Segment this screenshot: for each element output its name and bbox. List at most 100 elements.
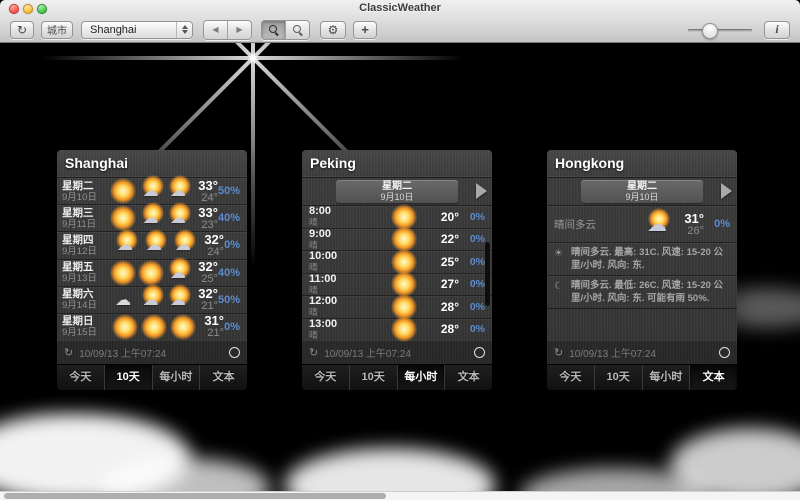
hour-label: 11:00 <box>309 274 367 285</box>
high-temp: 31° <box>196 314 224 327</box>
date-label: 9月15日 <box>62 327 112 338</box>
hour-row: 11:00晴 27° 0% <box>302 274 492 297</box>
selected-date-label: 9月10日 <box>336 192 458 202</box>
add-city-button[interactable]: + <box>353 21 377 39</box>
hour-row: 8:00晴 20° 0% <box>302 206 492 229</box>
hourly-list: 8:00晴 20° 0% 9:00晴 22° 0% 10:00晴 25° 0% <box>302 206 492 340</box>
cloud-sun-icon <box>138 206 164 230</box>
last-updated: 10/09/13 上午07:24 <box>324 345 411 360</box>
tab-today[interactable]: 今天 <box>547 365 594 390</box>
sun-icon <box>391 250 417 274</box>
sun-bullet-icon: ☀ <box>554 247 566 272</box>
condition-label: 晴 <box>309 285 367 295</box>
update-refresh-icon[interactable]: ↻ <box>554 346 563 359</box>
zoom-out-icon <box>269 25 279 35</box>
slider-knob[interactable] <box>702 23 718 39</box>
panel-footer: ↻ 10/09/13 上午07:24 <box>57 340 247 364</box>
city-button[interactable]: 城市 <box>41 21 73 39</box>
date-label: 9月14日 <box>62 300 110 311</box>
day-label: 星期五 <box>62 261 110 273</box>
tab-10day[interactable]: 10天 <box>594 365 642 390</box>
back-icon: ◀ <box>212 25 218 34</box>
city-select[interactable]: Shanghai <box>81 21 193 39</box>
low-temp: 26° <box>674 225 704 237</box>
hour-label: 8:00 <box>309 206 367 217</box>
next-day-icon[interactable] <box>476 183 487 199</box>
panel-city-title: Peking <box>302 150 492 178</box>
forward-button[interactable]: ▶ <box>227 21 251 39</box>
last-updated: 10/09/13 上午07:24 <box>569 345 656 360</box>
update-refresh-icon[interactable]: ↻ <box>64 346 73 359</box>
forecast-day-row: 星期六9月14日 32°21° 50% <box>57 287 247 314</box>
forward-icon: ▶ <box>236 25 242 34</box>
precip-chance: 0% <box>459 301 485 313</box>
slider-track[interactable] <box>688 29 752 32</box>
plus-icon: + <box>361 22 369 37</box>
day-forecast-text: 晴间多云. 最高: 31C. 风速: 15-20 公里/小时. 风向: 东. <box>571 247 730 272</box>
high-temp: 32° <box>191 260 218 273</box>
city-button-label: 城市 <box>47 22 67 37</box>
current-conditions-row: 晴间多云 31°26° 0% <box>547 206 737 243</box>
sun-icon <box>391 317 417 341</box>
opacity-slider[interactable] <box>688 21 752 39</box>
panel-tab-bar: 今天 10天 每小时 文本 <box>57 364 247 390</box>
sun-icon <box>112 315 138 339</box>
precip-chance: 50% <box>218 294 242 306</box>
date-selector: 星期二 9月10日 <box>547 178 737 206</box>
cloud <box>285 448 495 491</box>
precip-chance: 0% <box>224 239 242 251</box>
tab-text[interactable]: 文本 <box>444 365 492 390</box>
cloud <box>670 428 800 491</box>
refresh-button[interactable]: ↻ <box>10 21 34 39</box>
tab-today[interactable]: 今天 <box>302 365 349 390</box>
tab-text[interactable]: 文本 <box>689 365 737 390</box>
cloud-sun-icon <box>138 288 164 312</box>
tab-hourly[interactable]: 每小时 <box>642 365 690 390</box>
update-refresh-icon[interactable]: ↻ <box>309 346 318 359</box>
sun-icon <box>138 261 164 285</box>
night-forecast-text: 晴间多云. 最低: 26C. 风速: 15-20 公里/小时. 风向: 东. 可… <box>571 280 730 305</box>
cloud-sun-icon <box>165 288 191 312</box>
date-label: 9月11日 <box>62 219 110 230</box>
precip-chance: 0% <box>459 278 485 290</box>
next-day-icon[interactable] <box>721 183 732 199</box>
hour-label: 13:00 <box>309 319 367 330</box>
zoom-in-button[interactable] <box>285 21 309 39</box>
tab-hourly[interactable]: 每小时 <box>152 365 200 390</box>
toolbar: ↻ 城市 Shanghai ◀ ▶ ⚙ + <box>0 17 800 42</box>
precip-chance: 0% <box>224 321 242 333</box>
settings-button[interactable]: ⚙ <box>320 21 346 39</box>
forecast-day-row: 星期五9月13日 32°25° 40% <box>57 260 247 287</box>
hour-temp: 25° <box>417 255 459 269</box>
title-bar: ClassicWeather <box>0 0 800 16</box>
tab-hourly[interactable]: 每小时 <box>397 365 445 390</box>
date-label: 9月13日 <box>62 273 110 284</box>
condition-label: 晴间多云 <box>554 217 618 232</box>
hour-row: 10:00晴 25° 0% <box>302 251 492 274</box>
forecast-day-row: 星期四9月12日 32°24° 0% <box>57 232 247 259</box>
selected-day-label: 星期二 <box>581 181 703 192</box>
precip-chance: 0% <box>459 256 485 268</box>
hour-row: 9:00晴 22° 0% <box>302 229 492 252</box>
high-temp: 32° <box>191 287 218 300</box>
high-temp: 31° <box>674 212 704 225</box>
window-title: ClassicWeather <box>0 2 800 14</box>
tab-today[interactable]: 今天 <box>57 365 104 390</box>
horizontal-scrollbar[interactable] <box>0 491 800 500</box>
status-circle-icon <box>229 347 240 358</box>
sun-icon <box>141 315 167 339</box>
tab-10day[interactable]: 10天 <box>104 365 152 390</box>
info-button[interactable]: i <box>764 21 790 39</box>
tab-text[interactable]: 文本 <box>199 365 247 390</box>
hour-label: 10:00 <box>309 251 367 262</box>
hour-temp: 28° <box>417 322 459 336</box>
low-temp: 21° <box>191 300 218 312</box>
status-circle-icon <box>474 347 485 358</box>
condition-label: 晴 <box>309 330 367 340</box>
high-temp: 33° <box>191 206 218 219</box>
panel-scrollbar-thumb[interactable] <box>485 242 490 306</box>
horizontal-scrollbar-thumb[interactable] <box>4 493 386 499</box>
zoom-out-button[interactable] <box>262 21 285 39</box>
back-button[interactable]: ◀ <box>204 21 227 39</box>
tab-10day[interactable]: 10天 <box>349 365 397 390</box>
